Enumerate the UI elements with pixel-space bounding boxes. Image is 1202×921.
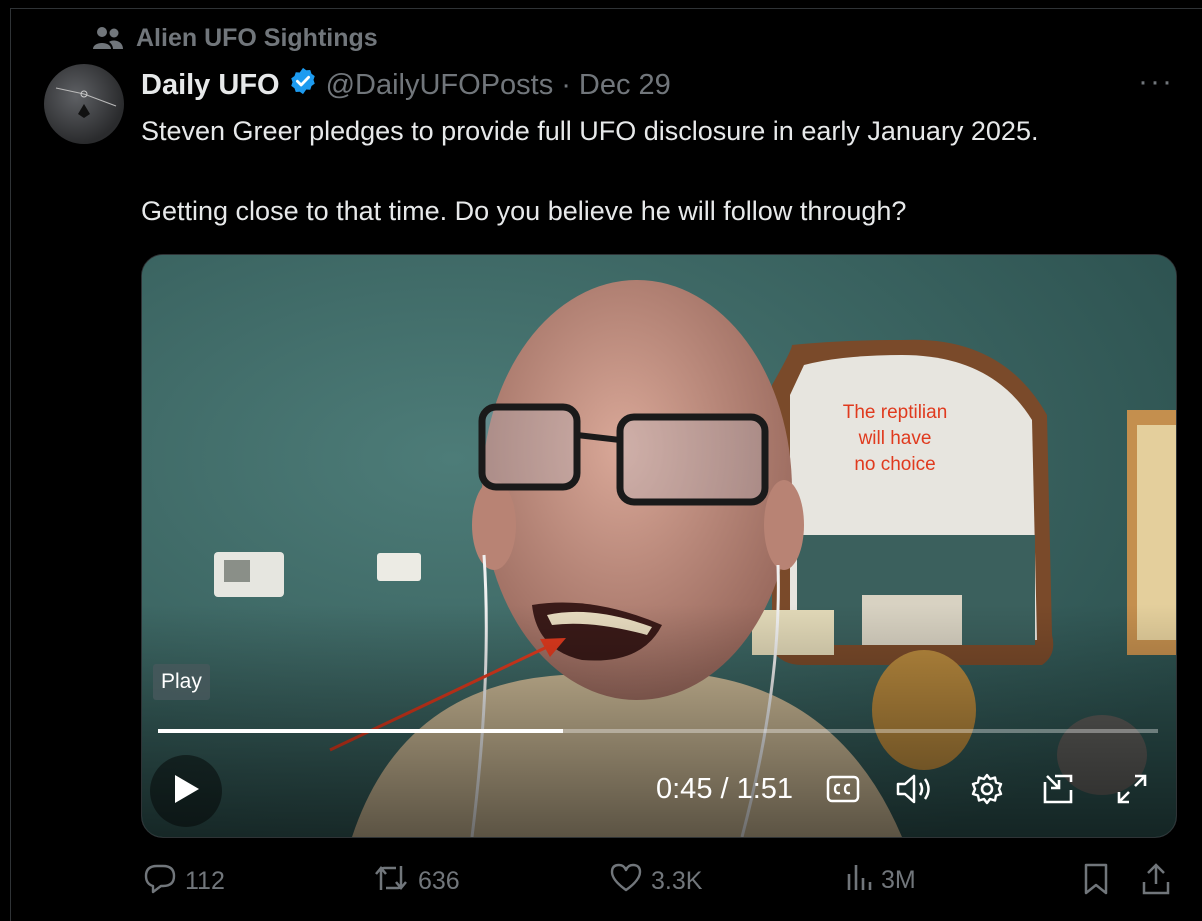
separator: · (561, 68, 571, 101)
post-text-line-1: Steven Greer pledges to provide full UFO… (141, 116, 1039, 146)
share-button[interactable] (1140, 862, 1172, 903)
fullscreen-icon[interactable] (1112, 769, 1152, 809)
views-button[interactable]: 3M (845, 862, 916, 899)
captions-icon[interactable] (823, 769, 863, 809)
heart-icon (609, 862, 643, 901)
reply-count: 112 (185, 867, 225, 895)
reply-icon (143, 862, 177, 901)
video-time: 0:45 / 1:51 (656, 773, 794, 805)
reply-button[interactable]: 112 (143, 862, 225, 901)
post-text-line-2: Getting close to that time. Do you belie… (141, 196, 907, 226)
author-handle[interactable]: @DailyUFOPosts (326, 69, 554, 102)
play-tooltip: Play (153, 664, 210, 700)
tweet-header: Daily UFO @DailyUFOPosts · Dec 29 (141, 66, 671, 104)
community-name[interactable]: Alien UFO Sightings (136, 24, 378, 53)
bookmark-button[interactable] (1082, 862, 1110, 903)
video-player[interactable]: The reptilian will have no choice Play 0… (141, 254, 1177, 838)
like-count: 3.3K (651, 867, 703, 895)
views-chart-icon (845, 862, 873, 899)
avatar[interactable] (44, 64, 124, 144)
repost-icon (372, 862, 410, 901)
repost-button[interactable]: 636 (372, 862, 460, 901)
people-icon (92, 25, 124, 53)
video-frame (142, 255, 1176, 837)
video-progress-bar[interactable] (158, 729, 1158, 733)
volume-icon[interactable] (894, 769, 934, 809)
community-context[interactable]: Alien UFO Sightings (92, 24, 378, 53)
bookmark-icon (1082, 862, 1110, 903)
annotation-line-2: will have (858, 428, 932, 449)
more-options-icon[interactable]: ··· (1138, 67, 1174, 97)
play-icon (171, 773, 201, 810)
repost-count: 636 (418, 867, 460, 895)
post-date[interactable]: Dec 29 (579, 69, 671, 102)
verified-badge-icon (288, 66, 318, 104)
tweet-actions: 112 636 3.3K 3M (0, 862, 1202, 902)
like-button[interactable]: 3.3K (609, 862, 702, 901)
annotation-line-3: no choice (854, 454, 936, 475)
video-progress-fill (158, 729, 563, 733)
video-annotation: The reptilian will have no choice (822, 400, 968, 478)
views-count: 3M (881, 866, 916, 894)
settings-gear-icon[interactable] (967, 769, 1007, 809)
play-button[interactable] (150, 755, 222, 827)
picture-in-picture-icon[interactable] (1039, 769, 1079, 809)
share-icon (1140, 862, 1172, 903)
author-name[interactable]: Daily UFO (141, 69, 280, 102)
annotation-line-1: The reptilian (842, 402, 948, 423)
